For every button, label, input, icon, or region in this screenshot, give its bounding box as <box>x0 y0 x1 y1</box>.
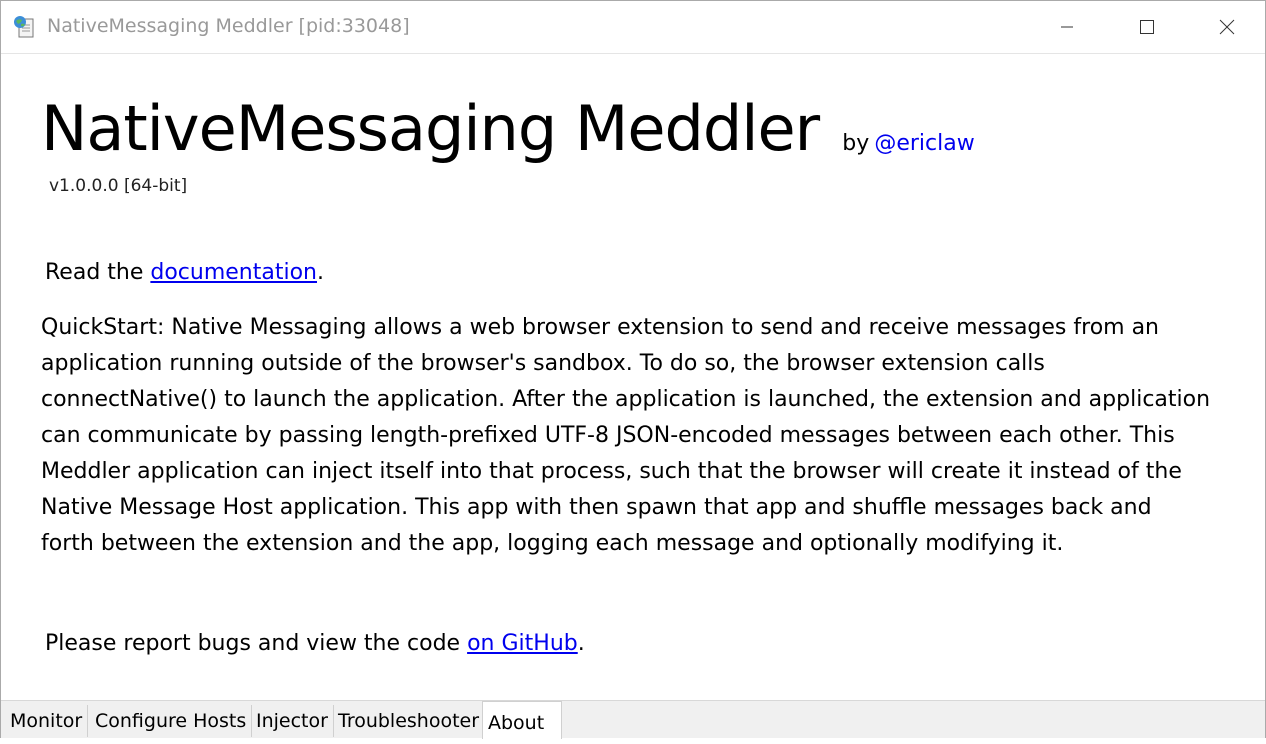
close-icon <box>1219 19 1235 35</box>
minimize-button[interactable] <box>1027 1 1107 53</box>
tab-troubleshooter[interactable]: Troubleshooter <box>333 705 486 737</box>
report-suffix: . <box>577 631 585 656</box>
version-label: v1.0.0.0 [64-bit] <box>49 176 188 196</box>
page-title: NativeMessaging Meddler by @ericlaw <box>41 92 975 165</box>
quickstart-paragraph: QuickStart: Native Messaging allows a we… <box>41 315 1211 556</box>
by-label: by <box>842 131 870 156</box>
tab-injector[interactable]: Injector <box>251 705 334 737</box>
maximize-icon <box>1140 20 1154 34</box>
github-link[interactable]: on GitHub <box>467 631 578 656</box>
report-prefix: Please report bugs and view the code <box>45 631 468 656</box>
tab-about[interactable]: About <box>482 701 562 739</box>
tab-bar: Monitor Configure Hosts Injector Trouble… <box>1 700 1265 739</box>
tab-configure-hosts[interactable]: Configure Hosts <box>90 705 253 737</box>
app-name-heading: NativeMessaging Meddler <box>41 92 820 165</box>
read-prefix: Read the <box>45 260 151 285</box>
maximize-button[interactable] <box>1107 1 1187 53</box>
window-title: NativeMessaging Meddler [pid:33048] <box>47 15 410 37</box>
documentation-link[interactable]: documentation <box>150 260 317 285</box>
about-panel: NativeMessaging Meddler by @ericlaw v1.0… <box>1 54 1265 700</box>
close-button[interactable] <box>1187 1 1266 53</box>
read-documentation-text: Read the documentation. <box>45 260 324 285</box>
report-bugs-text: Please report bugs and view the code on … <box>45 631 585 656</box>
tab-monitor[interactable]: Monitor <box>5 705 89 737</box>
app-window: NativeMessaging Meddler [pid:33048] Nati… <box>0 0 1266 739</box>
title-bar[interactable]: NativeMessaging Meddler [pid:33048] <box>1 1 1265 54</box>
author-link[interactable]: @ericlaw <box>874 131 974 156</box>
minimize-icon <box>1061 26 1073 28</box>
read-suffix: . <box>317 260 324 285</box>
app-icon <box>14 16 34 38</box>
